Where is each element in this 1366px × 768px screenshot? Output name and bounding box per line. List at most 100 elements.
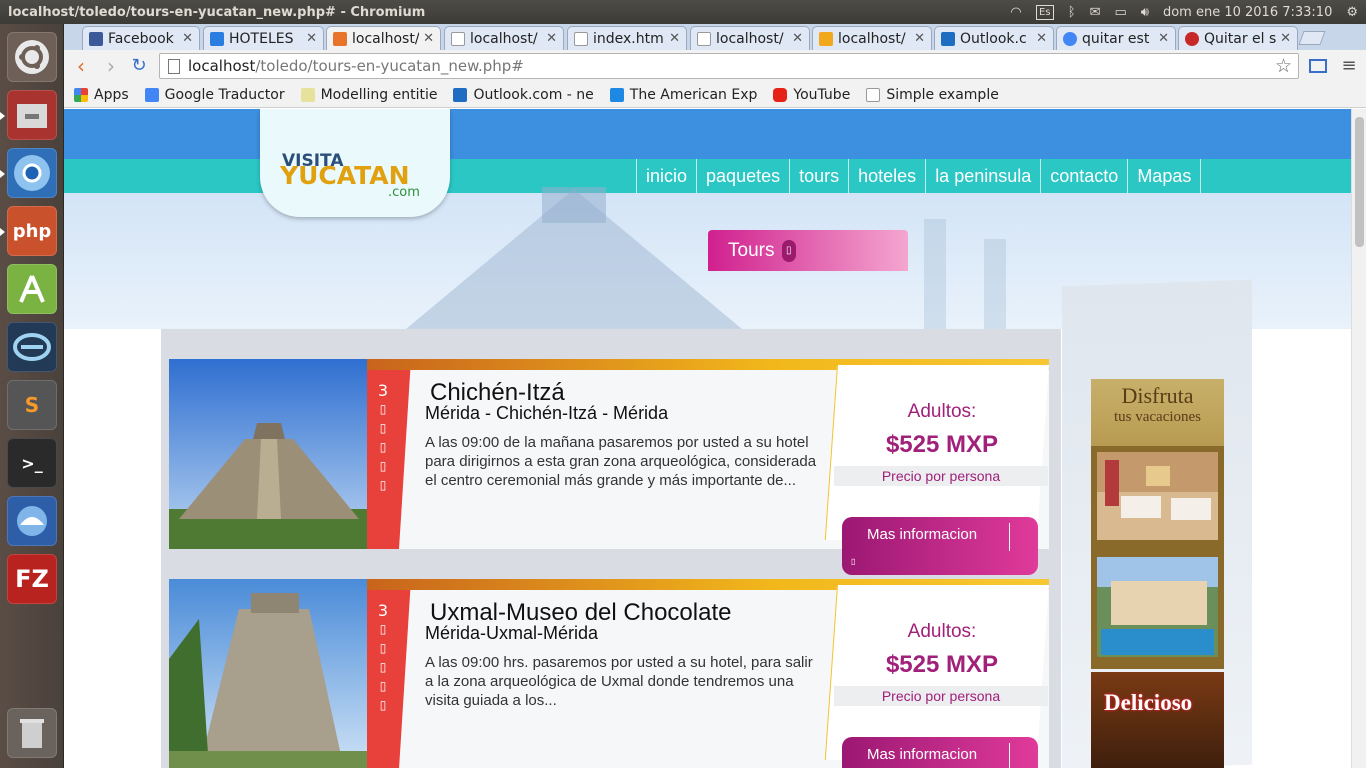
info-icon: ▯ (851, 557, 856, 566)
more-info-button[interactable]: Mas informacion ▯ (842, 517, 1038, 575)
bookmark-star-icon[interactable]: ☆ (1275, 55, 1292, 77)
browser-toolbar: ‹ › ↻ localhost/toledo/tours-en-yucatan_… (64, 50, 1366, 82)
trash-icon[interactable] (7, 708, 57, 758)
nav-contacto[interactable]: contacto (1041, 159, 1129, 193)
tab-hoteles[interactable]: HOTELES ✕ (203, 26, 324, 50)
nav-inicio[interactable]: inicio (637, 159, 698, 193)
browser-window: Facebook ✕ HOTELES ✕ localhost/ ✕ localh… (64, 24, 1366, 768)
nav-mapas[interactable]: Mapas (1128, 159, 1202, 193)
battery-icon[interactable]: ▭ (1114, 5, 1126, 20)
files-icon[interactable] (7, 90, 57, 140)
pyramid-temple (542, 187, 606, 223)
site-logo[interactable]: VISITA YUCATAN .com (260, 109, 450, 217)
close-icon[interactable]: ✕ (546, 31, 557, 46)
outlook-icon (453, 87, 468, 102)
gear-icon[interactable]: ⚙ (1346, 5, 1358, 20)
button-divider (1009, 743, 1010, 768)
close-icon[interactable]: ✕ (1158, 31, 1169, 46)
tab-facebook[interactable]: Facebook ✕ (82, 26, 200, 50)
bookmark-youtube[interactable]: YouTube (773, 87, 850, 103)
bookmark-american-express[interactable]: The American Exp (609, 87, 757, 103)
tab-localhost-3[interactable]: localhost/ ✕ (690, 26, 810, 50)
mail-icon[interactable]: ✉ (1090, 5, 1101, 20)
running-indicator (0, 228, 5, 236)
nav-hoteles[interactable]: hoteles (849, 159, 927, 193)
wifi-icon[interactable]: ◠ (1010, 5, 1021, 20)
new-tab-button[interactable] (1298, 31, 1326, 45)
badge-icon: ▯ (781, 239, 796, 262)
reload-button[interactable]: ↻ (128, 55, 150, 77)
chromium-icon[interactable] (7, 148, 57, 198)
tab-quitar[interactable]: Quitar el s ✕ (1178, 26, 1298, 50)
tab-localhost-2[interactable]: localhost/ ✕ (444, 26, 564, 50)
tour-photo-chichen-itza[interactable] (169, 359, 367, 549)
scrollbar-thumb[interactable] (1355, 117, 1364, 247)
terminal-icon[interactable]: >_ (7, 438, 57, 488)
bookmark-outlook[interactable]: Outlook.com - ne (453, 87, 594, 103)
volume-icon[interactable]: 🔊︎ (1141, 5, 1149, 20)
page-icon (574, 31, 588, 46)
nav-tours[interactable]: tours (790, 159, 850, 193)
clock[interactable]: dom ene 10 2016 7:33:10 (1163, 5, 1332, 20)
close-icon[interactable]: ✕ (669, 31, 680, 46)
bookmark-modelling[interactable]: Modelling entitie (300, 87, 437, 103)
bookmark-simple-example[interactable]: Simple example (866, 87, 999, 103)
forward-button[interactable]: › (100, 55, 122, 77)
address-host: localhost (188, 57, 256, 75)
translate-icon (144, 87, 159, 102)
menu-icon[interactable]: ≡ (1338, 55, 1360, 77)
close-icon[interactable]: ✕ (792, 31, 803, 46)
tour-card: 3 ▯ ▯ ▯ ▯ ▯ Chichén-Itzá Mérida - Chiché… (169, 359, 1049, 575)
price-value: $525 MXP (885, 431, 999, 458)
tab-localhost-active[interactable]: localhost/ ✕ (326, 26, 441, 50)
filezilla-icon[interactable]: FZ (7, 554, 57, 604)
close-icon[interactable]: ✕ (1036, 31, 1047, 46)
bluetooth-icon[interactable]: ᛒ (1068, 5, 1076, 20)
tab-phpmyadmin[interactable]: localhost/ ✕ (812, 26, 932, 50)
day-icon: ▯ (379, 402, 387, 416)
close-icon[interactable]: ✕ (914, 31, 925, 46)
nav-la-peninsula[interactable]: la peninsula (926, 159, 1042, 193)
bookmarks-bar: Apps Google Traductor Modelling entitie … (64, 82, 1366, 108)
ad-hotel-pool-image[interactable] (1091, 551, 1224, 669)
cast-icon[interactable] (1308, 56, 1328, 76)
main-navigation: inicio paquetes tours hoteles la peninsu… (636, 159, 1202, 193)
tour-photo-uxmal[interactable] (169, 579, 367, 768)
price-label: Adultos: (907, 401, 977, 422)
synaptic-icon[interactable] (7, 322, 57, 372)
day-icon: ▯ (379, 440, 387, 454)
close-icon[interactable]: ✕ (423, 31, 434, 46)
close-icon[interactable]: ✕ (182, 31, 193, 46)
nav-paquetes[interactable]: paquetes (697, 159, 791, 193)
price-card: Adultos: $525 MXP Precio por persona (824, 365, 1049, 540)
close-icon[interactable]: ✕ (306, 31, 317, 46)
days-slant (399, 359, 411, 549)
android-studio-icon[interactable] (7, 264, 57, 314)
bookmark-apps[interactable]: Apps (74, 87, 129, 103)
day-icon: ▯ (379, 698, 387, 712)
dropbox-icon (210, 31, 224, 46)
page-scrollbar[interactable] (1351, 109, 1366, 768)
button-divider (1009, 523, 1010, 551)
tab-index[interactable]: index.htm ✕ (567, 26, 687, 50)
close-icon[interactable]: ✕ (1280, 31, 1291, 46)
ad-disfruta[interactable]: Disfruta tus vacaciones (1091, 379, 1224, 446)
bookmark-google-traductor[interactable]: Google Traductor (144, 87, 285, 103)
sublime-text-icon[interactable]: S (7, 380, 57, 430)
ruin-column (984, 239, 1006, 329)
keyboard-layout[interactable]: Es (1035, 4, 1054, 20)
phpstorm-icon[interactable]: php (7, 206, 57, 256)
tour-description: A las 09:00 de la mañana pasaremos por u… (425, 434, 817, 489)
launcher: php S >_ FZ (0, 24, 64, 768)
more-info-button[interactable]: Mas informacion ▯ (842, 737, 1038, 768)
section-badge-tours: Tours ▯ (708, 230, 908, 271)
header-blue-bar (64, 109, 1351, 159)
tab-google-search[interactable]: quitar est ✕ (1056, 26, 1176, 50)
ad-delicioso[interactable]: Delicioso (1091, 672, 1224, 768)
back-button[interactable]: ‹ (70, 55, 92, 77)
address-bar[interactable]: localhost/toledo/tours-en-yucatan_new.ph… (159, 53, 1299, 79)
ubuntu-dash-icon[interactable] (7, 32, 57, 82)
ad-hotel-room-image[interactable] (1091, 446, 1224, 551)
thunderbird-icon[interactable] (7, 496, 57, 546)
tab-outlook[interactable]: Outlook.c ✕ (934, 26, 1054, 50)
